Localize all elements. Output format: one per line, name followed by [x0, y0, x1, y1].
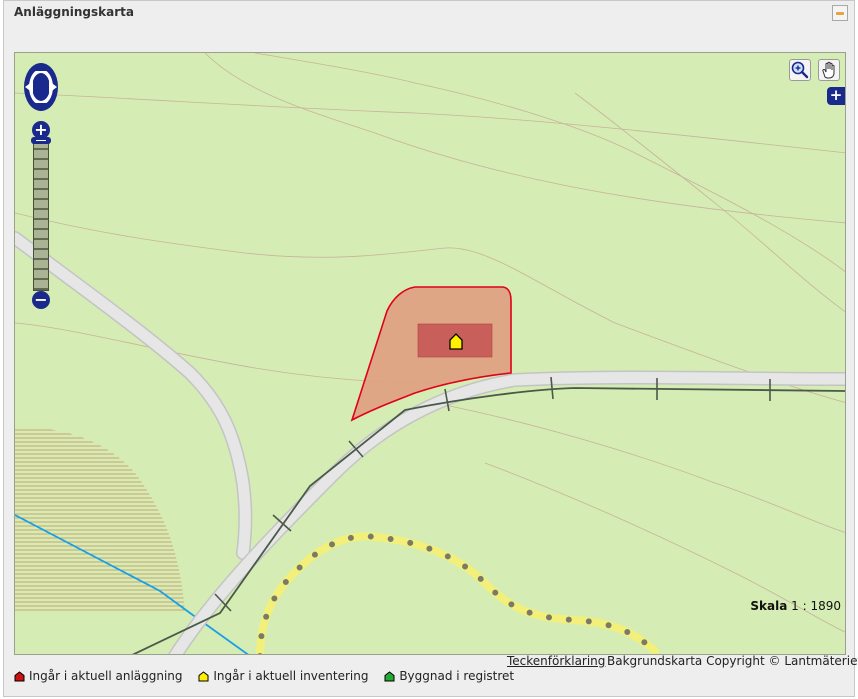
- zoom-slider[interactable]: [33, 139, 49, 291]
- railway-line: [132, 387, 845, 654]
- house-icon: [384, 670, 395, 681]
- scale-value: 1 : 1890: [791, 599, 841, 613]
- zoom-out-button[interactable]: −: [32, 291, 50, 309]
- house-icon: [198, 670, 209, 681]
- legend-label: Ingår i aktuell anläggning: [29, 669, 183, 683]
- legend-item-facility: Ingår i aktuell anläggning: [14, 669, 183, 683]
- trail: [256, 532, 659, 654]
- house-icon: [14, 670, 25, 681]
- collapse-button[interactable]: [832, 5, 848, 21]
- legend-label: Ingår i aktuell inventering: [213, 669, 369, 683]
- copyright-text: Bakgrundskarta Copyright © Lantmäteriet: [607, 654, 858, 668]
- minimize-icon: [836, 12, 844, 15]
- legend-link[interactable]: Teckenförklaring: [507, 654, 605, 668]
- hatched-area: [15, 427, 185, 613]
- scale-indicator: Skala 1 : 1890: [750, 599, 841, 613]
- layer-switcher-button[interactable]: +: [827, 87, 845, 105]
- railway-ticks: [214, 376, 771, 612]
- magnifier-plus-icon: [791, 61, 809, 79]
- legend-item-inventory: Ingår i aktuell inventering: [198, 669, 368, 683]
- panel-title: Anläggningskarta: [14, 5, 134, 19]
- pan-tool-button[interactable]: [818, 59, 840, 81]
- zoom-box-tool-button[interactable]: [789, 59, 811, 81]
- map-canvas[interactable]: [15, 53, 846, 655]
- scale-label: Skala: [750, 599, 788, 613]
- hand-icon: [822, 61, 835, 79]
- pan-control[interactable]: [23, 61, 59, 113]
- legend-label: Byggnad i registret: [399, 669, 515, 683]
- zoom-slider-thumb[interactable]: [31, 137, 51, 144]
- legend-item-registry: Byggnad i registret: [384, 669, 514, 683]
- legend: Ingår i aktuell anläggning Ingår i aktue…: [14, 669, 526, 685]
- map-viewport[interactable]: + − + Skala 1 : 1890: [14, 52, 846, 655]
